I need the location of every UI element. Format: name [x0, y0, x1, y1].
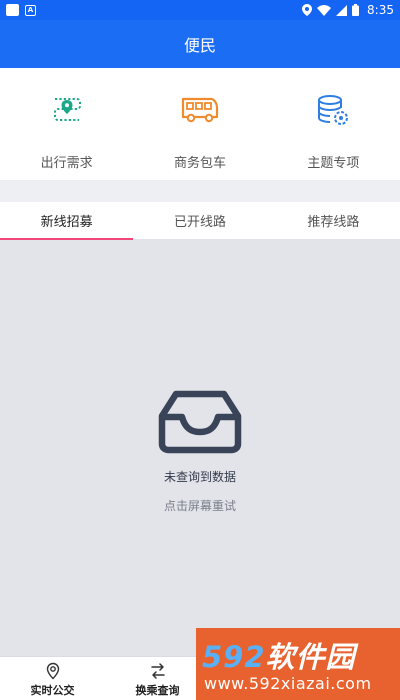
notification-icon	[6, 4, 19, 16]
section-divider	[0, 180, 400, 202]
quick-menu: 出行需求 商务包车 主题专项	[0, 68, 400, 180]
quick-menu-label: 出行需求	[40, 156, 93, 171]
empty-state-area[interactable]: 未查询到数据 点击屏幕重试	[0, 240, 400, 656]
tab-opened-lines[interactable]: 已开线路	[133, 202, 266, 239]
quick-menu-travel-demand[interactable]: 出行需求	[0, 68, 133, 180]
empty-state-title: 未查询到数据	[163, 470, 236, 484]
watermark-name: 软件园	[265, 640, 356, 674]
route-tabs: 新线招募 已开线路 推荐线路	[0, 202, 400, 240]
nav-label: 实时公交	[30, 684, 75, 697]
page-title: 便民	[183, 36, 216, 55]
route-map-icon	[47, 90, 87, 130]
tab-recommended-lines[interactable]: 推荐线路	[267, 202, 400, 239]
bus-icon	[180, 90, 220, 130]
wifi-icon	[317, 4, 332, 16]
tab-label: 推荐线路	[307, 215, 360, 230]
database-gear-icon	[313, 90, 353, 130]
status-time: 8:35	[367, 3, 394, 17]
nav-realtime-bus[interactable]: 实时公交	[0, 657, 105, 700]
quick-menu-theme-special[interactable]: 主题专项	[267, 68, 400, 180]
app-a-icon: A	[25, 4, 36, 16]
watermark-logo: 592软件园 www.592xiazai.com	[196, 628, 400, 700]
watermark-number: 592	[202, 640, 266, 674]
transfer-icon	[150, 663, 165, 679]
status-bar: A 8:35	[0, 0, 400, 20]
tab-label: 新线招募	[40, 215, 93, 230]
nav-label: 换乘查询	[135, 684, 180, 697]
quick-menu-label: 商务包车	[173, 156, 226, 171]
retry-hint[interactable]: 点击屏幕重试	[164, 497, 236, 514]
quick-menu-label: 主题专项	[307, 156, 360, 171]
tab-new-line-recruit[interactable]: 新线招募	[0, 202, 134, 240]
nav-transfer-query[interactable]: 换乘查询	[105, 657, 210, 700]
battery-icon	[352, 4, 360, 16]
watermark-url: www.592xiazai.com	[204, 674, 372, 693]
signal-icon	[336, 4, 348, 16]
quick-menu-business-charter[interactable]: 商务包车	[133, 68, 266, 180]
location-pin-icon	[46, 662, 59, 680]
app-header: 便民	[0, 20, 400, 68]
inbox-icon	[158, 390, 242, 454]
location-icon	[302, 4, 313, 16]
tab-label: 已开线路	[173, 215, 226, 230]
watermark-title: 592软件园	[202, 634, 356, 676]
